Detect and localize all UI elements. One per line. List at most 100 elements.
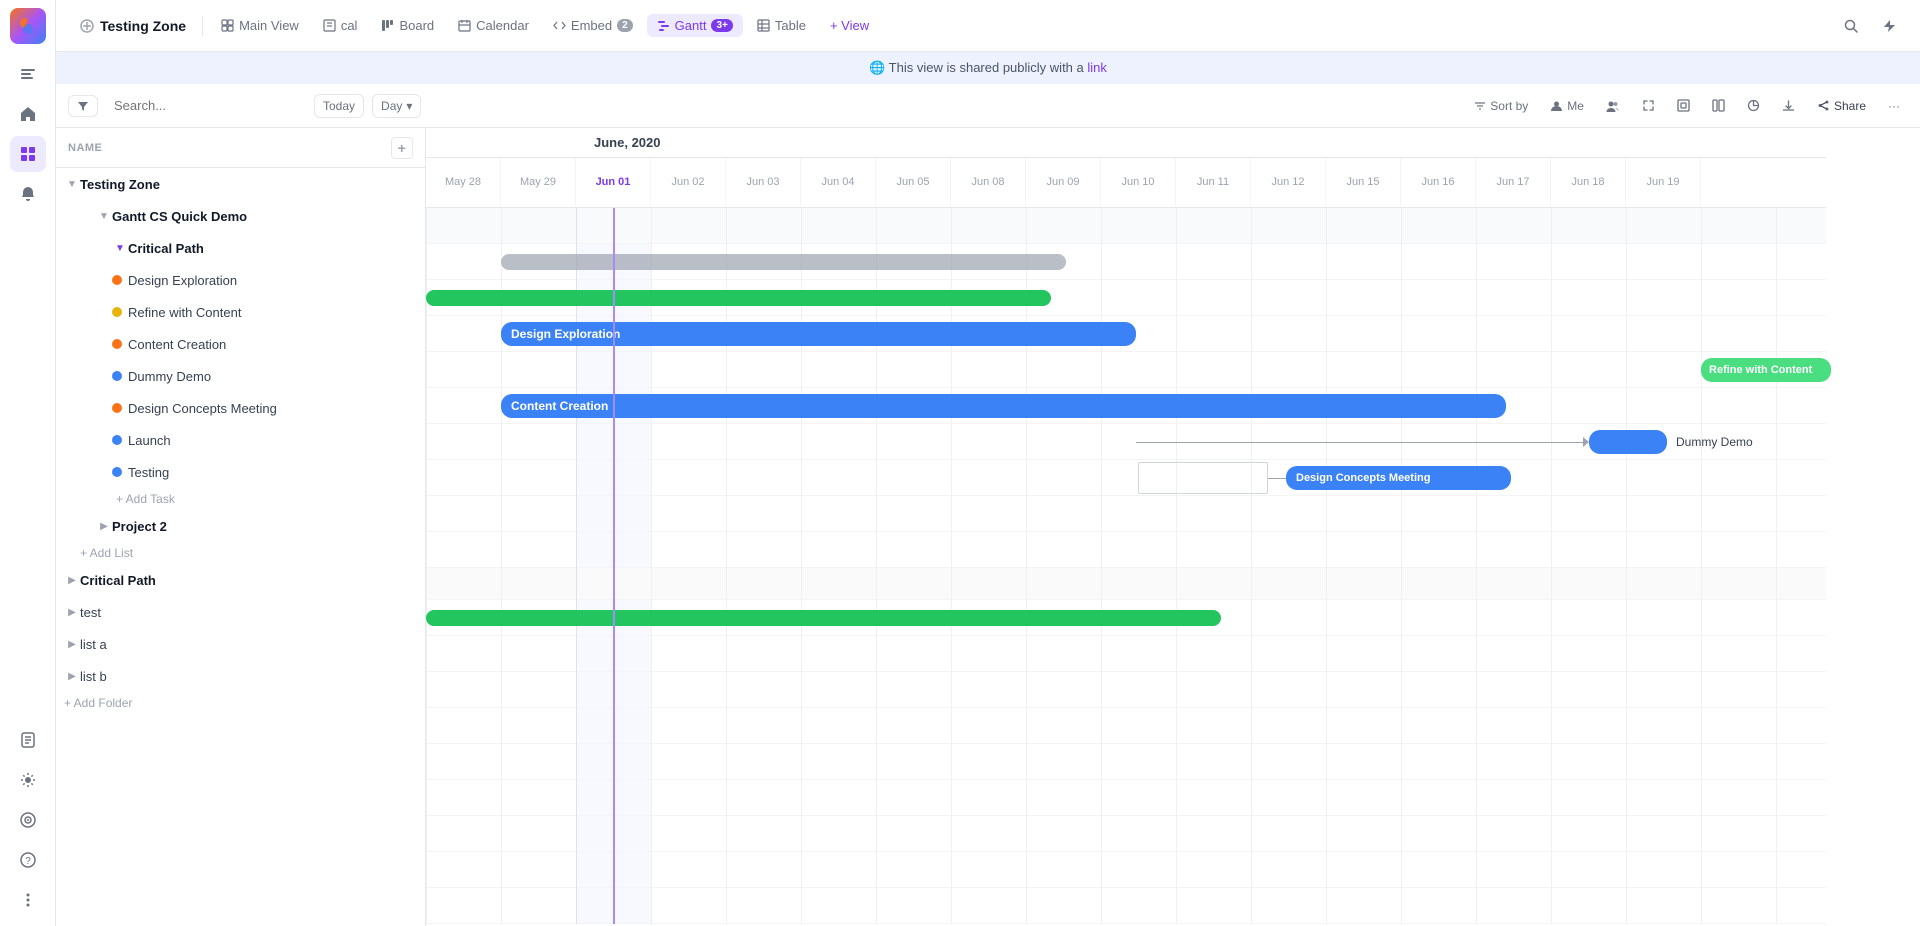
tab-main-view[interactable]: Main View <box>211 14 309 37</box>
tree-group-list-b[interactable]: ▶ list b <box>56 660 425 692</box>
bar-design-concepts-label: Design Concepts Meeting <box>1296 472 1430 484</box>
tree-task-dummy-demo[interactable]: Dummy Demo <box>56 360 425 392</box>
tree-task-refine[interactable]: Refine with Content <box>56 296 425 328</box>
sidebar-spaces-icon[interactable] <box>10 136 46 172</box>
bar-refine[interactable]: Refine with Content <box>1701 358 1831 382</box>
gantt-cs-label: Gantt CS Quick Demo <box>112 209 247 224</box>
dep-line-design <box>1268 478 1286 479</box>
tree-group-list-a[interactable]: ▶ list a <box>56 628 425 660</box>
sidebar-help-icon[interactable]: ? <box>10 842 46 878</box>
workspace-title[interactable]: Testing Zone <box>72 14 194 38</box>
shared-banner-text: This view is shared publicly with a <box>889 60 1084 75</box>
bar-project-2[interactable] <box>426 610 1221 626</box>
sidebar-home-icon[interactable] <box>10 96 46 132</box>
day-chevron: ▾ <box>406 99 412 113</box>
sidebar-goals-icon[interactable] <box>10 802 46 838</box>
search-button[interactable] <box>1836 15 1866 37</box>
day-jun16: Jun 16 <box>1401 158 1476 207</box>
tree-group-testing-zone[interactable]: ▼ Testing Zone <box>56 168 425 200</box>
sidebar-docs-icon[interactable] <box>10 722 46 758</box>
shared-banner-link[interactable]: link <box>1087 60 1107 75</box>
gantt-header: June, 2020 May 28 May 29 Jun 01 Jun 02 J… <box>426 128 1826 208</box>
columns-button[interactable] <box>1704 95 1733 116</box>
main-area: Testing Zone Main View cal Board Calenda… <box>56 0 1920 926</box>
add-list-button[interactable]: + Add List <box>56 542 425 564</box>
bar-gantt-cs[interactable] <box>501 254 1066 270</box>
gantt-row-testing-zone <box>426 208 1826 244</box>
bar-design-exploration[interactable]: Design Exploration <box>501 322 1136 346</box>
gantt-row-gantt-cs <box>426 244 1826 280</box>
tree-header: NAME + <box>56 128 425 168</box>
app-logo[interactable] <box>10 8 46 44</box>
tree-group-critical-path-2[interactable]: ▶ Critical Path <box>56 564 425 596</box>
tab-cal[interactable]: cal <box>313 14 368 37</box>
bar-content-creation-label: Content Creation <box>511 399 608 413</box>
day-jun11: Jun 11 <box>1176 158 1251 207</box>
bar-design-concepts[interactable]: Design Concepts Meeting <box>1286 466 1511 490</box>
filter-button[interactable] <box>68 95 98 117</box>
tree-task-launch[interactable]: Launch <box>56 424 425 456</box>
search-input[interactable] <box>106 94 306 117</box>
today-label: Today <box>323 99 355 113</box>
sidebar-integrations-icon[interactable] <box>10 762 46 798</box>
chevron-project-2: ▶ <box>96 518 112 534</box>
bar-dummy-demo[interactable] <box>1589 430 1667 454</box>
gantt-row-empty-3 <box>426 708 1826 744</box>
tab-board-label: Board <box>399 18 434 33</box>
gantt-chart-area[interactable]: June, 2020 May 28 May 29 Jun 01 Jun 02 J… <box>426 128 1920 926</box>
tree-group-gantt-cs[interactable]: ▼ Gantt CS Quick Demo <box>56 200 425 232</box>
sidebar-more-icon[interactable] <box>10 882 46 918</box>
add-view-button[interactable]: + View <box>820 14 879 37</box>
gantt-inner: June, 2020 May 28 May 29 Jun 01 Jun 02 J… <box>426 128 1826 924</box>
bar-design-exploration-label: Design Exploration <box>511 327 620 341</box>
topbar-divider-1 <box>202 16 203 36</box>
critical-path-label: Critical Path <box>128 241 204 256</box>
tab-calendar[interactable]: Calendar <box>448 14 539 37</box>
tree-group-project-2[interactable]: ▶ Project 2 <box>56 510 425 542</box>
gantt-row-launch <box>426 496 1826 532</box>
today-button[interactable]: Today <box>314 94 364 118</box>
lightning-button[interactable] <box>1874 15 1904 37</box>
tree-group-test[interactable]: ▶ test <box>56 596 425 628</box>
toolbar: Today Day ▾ Sort by Me <box>56 84 1920 128</box>
sidebar-notifications-icon[interactable] <box>10 176 46 212</box>
list-b-label: list b <box>80 669 107 684</box>
tree-task-design-exploration[interactable]: Design Exploration <box>56 264 425 296</box>
add-column-button[interactable]: + <box>391 137 413 159</box>
tab-embed[interactable]: Embed 2 <box>543 14 643 37</box>
tree-group-critical-path[interactable]: ▼ Critical Path <box>56 232 425 264</box>
dot-design-exploration <box>112 275 122 285</box>
more-button[interactable]: ··· <box>1880 95 1908 117</box>
add-task-button[interactable]: + Add Task <box>56 488 425 510</box>
share-button[interactable]: Share <box>1809 95 1874 117</box>
sidebar-expand-icon[interactable] <box>10 56 46 92</box>
add-folder-button[interactable]: + Add Folder <box>56 692 425 714</box>
tab-gantt[interactable]: Gantt 3+ <box>647 14 743 37</box>
day-may28: May 28 <box>426 158 501 207</box>
dot-testing <box>112 467 122 477</box>
gantt-row-design-concepts: Design Concepts Meeting <box>426 460 1826 496</box>
tab-main-view-label: Main View <box>239 18 299 33</box>
tab-table[interactable]: Table <box>747 14 816 37</box>
tree-task-testing[interactable]: Testing <box>56 456 425 488</box>
day-selector[interactable]: Day ▾ <box>372 94 421 118</box>
download-button[interactable] <box>1774 95 1803 116</box>
color-button[interactable] <box>1739 95 1768 116</box>
tree-task-design-concepts[interactable]: Design Concepts Meeting <box>56 392 425 424</box>
dummy-demo-bar-label: Dummy Demo <box>1676 435 1753 449</box>
expand-button[interactable] <box>1634 95 1663 116</box>
sort-by-button[interactable]: Sort by <box>1466 95 1536 117</box>
bar-critical-path[interactable] <box>426 290 1051 306</box>
people-button[interactable] <box>1598 95 1628 117</box>
gantt-row-refine: Refine with Content <box>426 352 1826 388</box>
tree-task-content-creation[interactable]: Content Creation <box>56 328 425 360</box>
fullscreen-button[interactable] <box>1669 95 1698 116</box>
critical-path-2-label: Critical Path <box>80 573 156 588</box>
bar-content-creation[interactable]: Content Creation <box>501 394 1506 418</box>
dot-content-creation <box>112 339 122 349</box>
gantt-badge: 3+ <box>711 19 732 32</box>
tab-board[interactable]: Board <box>371 14 444 37</box>
me-button[interactable]: Me <box>1542 95 1592 117</box>
test-label: test <box>80 605 101 620</box>
content-area: NAME + ▼ Testing Zone ▼ Gantt CS Quick D… <box>56 128 1920 926</box>
